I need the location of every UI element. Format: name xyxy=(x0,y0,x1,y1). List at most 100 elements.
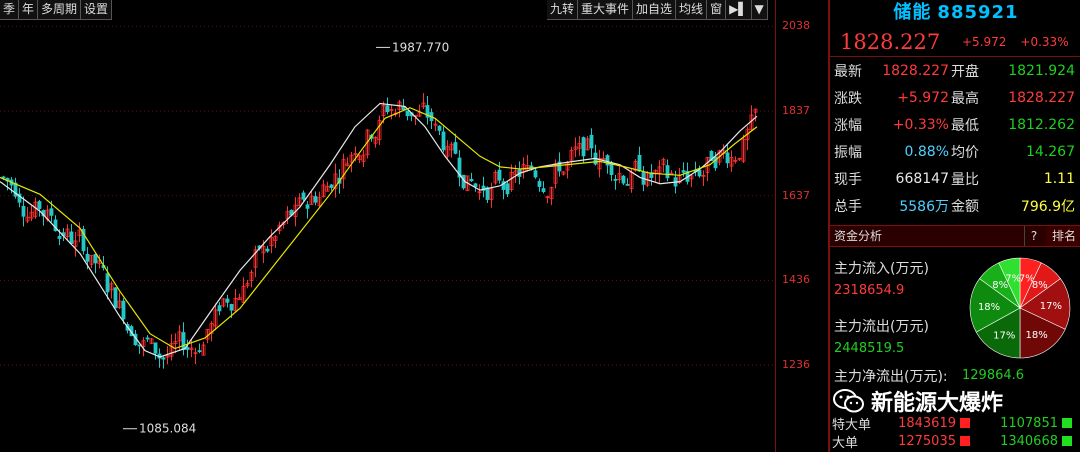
candle-body xyxy=(69,231,74,244)
toolbar-right-button-6[interactable]: ▼ xyxy=(751,0,768,20)
quote-value: 1828.227 xyxy=(882,62,949,79)
quote-label: 总手 xyxy=(834,198,862,215)
last-price: 1828.227 xyxy=(840,30,941,54)
candles xyxy=(1,93,758,369)
toolbar-right-button-0[interactable]: 九转 xyxy=(547,0,579,20)
quote-value: +0.33% xyxy=(892,116,949,133)
kline-chart[interactable]: 1987.770 1085.084 季年多周期 设置 九转 重大事件 加自选 均线窗 ▶▌ ▼ xyxy=(0,0,775,452)
quote-value: 5586万 xyxy=(899,198,949,215)
y-tick-label: 1436 xyxy=(782,273,810,287)
toolbar-button-3[interactable]: 设置 xyxy=(81,0,113,20)
stock-title: 储能 885921 xyxy=(830,0,1080,28)
fund-pie-chart: 7%8%17%18%17%18%8%7% xyxy=(969,257,1071,359)
sell-indicator xyxy=(1062,418,1072,428)
ma-line-1 xyxy=(0,107,758,350)
help-button[interactable]: ? xyxy=(1024,226,1043,246)
toolbar-right-button-1[interactable]: 重大事件 xyxy=(578,0,634,20)
candle-body xyxy=(681,170,686,173)
candle-body xyxy=(225,298,230,303)
quote-label: 涨跌 xyxy=(834,90,862,107)
toolbar-right-button-2[interactable]: 加自选 xyxy=(633,0,677,20)
candle-body xyxy=(329,184,334,188)
rank-button[interactable]: 排名 xyxy=(1046,226,1080,246)
pie-label: 17% xyxy=(993,331,1015,342)
order-size-table: 特大单 1843619 1107851 大单 1275035 1340668 xyxy=(830,414,1080,451)
candle-body xyxy=(505,183,510,195)
candle-body xyxy=(541,188,546,192)
pie-label: 17% xyxy=(1040,301,1062,312)
price-row: 1828.227 +5.972 +0.33% xyxy=(830,28,1080,57)
stock-name: 储能 xyxy=(893,2,932,23)
toolbar-button-1[interactable]: 年 xyxy=(19,0,39,20)
toolbar-right-button-5[interactable]: ▶▌ xyxy=(726,0,752,20)
quote-label: 最低 xyxy=(951,117,979,134)
quote-label: 现手 xyxy=(834,171,862,188)
candle-body xyxy=(313,196,318,203)
candle-body xyxy=(401,106,406,111)
candle-body xyxy=(305,204,310,209)
candle-body xyxy=(473,183,478,187)
pie-label: 18% xyxy=(1025,330,1047,341)
candle-body xyxy=(469,178,474,182)
candle-body xyxy=(49,208,54,216)
toolbar-right-button-4[interactable]: 窗 xyxy=(707,0,727,20)
buy-amount: 1275035 xyxy=(898,433,956,449)
y-tick-label: 1637 xyxy=(782,188,810,202)
toolbar-button-2[interactable]: 多周期 xyxy=(38,0,82,20)
y-tick-label: 1837 xyxy=(782,104,810,118)
quote-label: 最高 xyxy=(951,90,979,107)
candle-body xyxy=(665,165,670,179)
toolbar-right-button-3[interactable]: 均线 xyxy=(676,0,708,20)
quote-label: 均价 xyxy=(951,144,979,161)
kline-canvas[interactable]: 1987.770 1085.084 xyxy=(0,0,775,452)
y-tick-label: 2038 xyxy=(782,19,810,33)
candle-body xyxy=(217,305,222,312)
candle-body xyxy=(93,254,98,264)
wechat-icon xyxy=(833,389,864,413)
candle-body xyxy=(57,236,62,239)
fund-analysis-title: 资金分析 xyxy=(834,229,883,243)
sell-indicator xyxy=(1062,436,1072,446)
wechat-watermark: 新能源大爆炸 xyxy=(833,385,1003,417)
chart-toolbar-right: 九转 重大事件 加自选 均线窗 ▶▌ ▼ xyxy=(547,0,768,20)
watermark-text: 新能源大爆炸 xyxy=(871,391,1004,416)
quote-label: 金额 xyxy=(951,198,979,215)
pie-label: 18% xyxy=(978,302,1000,313)
net-outflow-value: 129864.6 xyxy=(962,368,1025,383)
quote-value: 668147 xyxy=(895,170,949,187)
candle-body xyxy=(85,253,90,262)
candle-body xyxy=(405,110,410,117)
candle-body xyxy=(121,300,126,320)
ma-line-0 xyxy=(0,102,758,358)
buy-amount: 1843619 xyxy=(898,415,956,431)
candle-body xyxy=(533,170,538,178)
candle-body xyxy=(441,131,446,151)
candle-body xyxy=(589,134,594,149)
quote-row: 涨幅 +0.33% 最低 1812.262 xyxy=(830,111,1080,138)
quote-value: 1821.924 xyxy=(1008,62,1075,79)
quote-label: 涨幅 xyxy=(834,117,862,134)
candle-body xyxy=(497,169,502,181)
quote-label: 振幅 xyxy=(834,144,862,161)
candle-body xyxy=(537,181,542,187)
net-outflow-label: 主力净流出(万元): xyxy=(834,369,948,385)
stock-code: 885921 xyxy=(937,2,1019,23)
toolbar-button-0[interactable]: 季 xyxy=(0,0,20,20)
price-axis: 2038 1837 1637 1436 1236 xyxy=(775,0,828,452)
inflow-value: 2318654.9 xyxy=(834,283,905,298)
candle-body xyxy=(453,142,458,154)
candle-body xyxy=(437,125,442,131)
order-size-label: 大单 xyxy=(832,435,859,451)
price-change-pct: +0.33% xyxy=(1020,35,1069,49)
quote-value: +5.972 xyxy=(897,89,949,106)
quote-row: 总手 5586万 金额 796.9亿 xyxy=(830,192,1080,219)
candle-body xyxy=(185,347,190,350)
candle-body xyxy=(697,169,702,177)
y-tick-label: 1236 xyxy=(782,357,810,371)
candle-body xyxy=(625,183,630,186)
annotation-label: 1987.770 xyxy=(392,40,449,54)
candle-body xyxy=(153,342,158,354)
order-size-row: 大单 1275035 1340668 xyxy=(830,432,1080,451)
pie-label: 7% xyxy=(1005,274,1021,285)
quote-value: 14.267 xyxy=(1026,143,1075,160)
